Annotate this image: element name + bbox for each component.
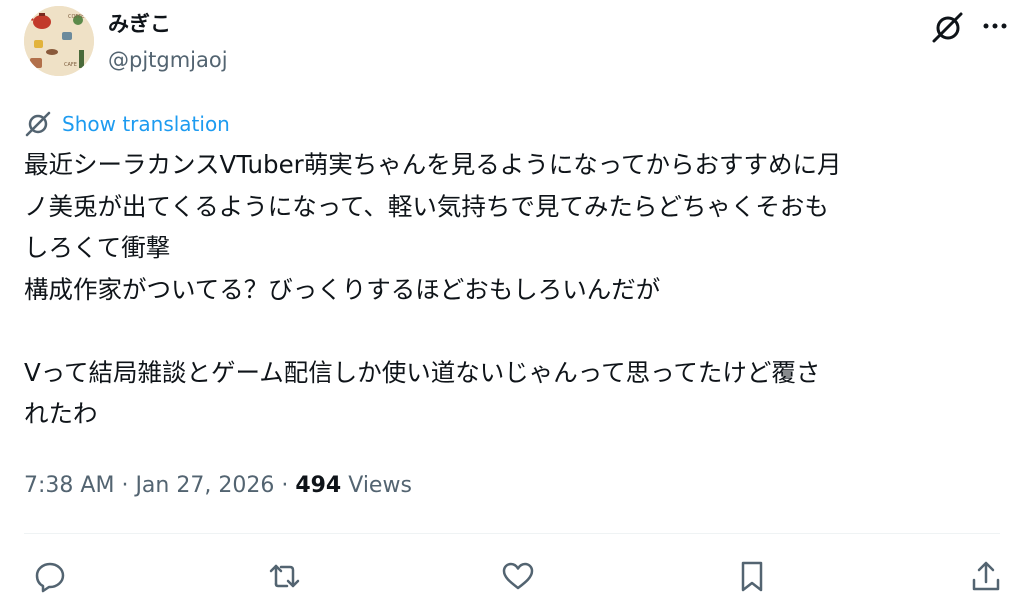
globe-icon bbox=[25, 111, 51, 137]
more-icon[interactable] bbox=[978, 12, 1012, 40]
views-count: 494 bbox=[295, 473, 342, 498]
divider bbox=[24, 533, 1000, 534]
share-icon bbox=[972, 561, 1000, 591]
like-button[interactable] bbox=[500, 558, 536, 594]
avatar-text-cafe: CAFE bbox=[64, 62, 77, 68]
views-label: Views bbox=[348, 473, 412, 498]
bookmark-button[interactable] bbox=[734, 558, 770, 594]
retweet-icon bbox=[269, 564, 300, 588]
avatar-text-coffee: COFFEE bbox=[68, 14, 88, 20]
author-display-name[interactable]: みぎこ bbox=[108, 10, 171, 38]
tweet-line: ノ美兎が出てくるようになって、軽い気持ちで見てみたらどちゃくそおも bbox=[24, 191, 829, 221]
like-icon bbox=[502, 562, 534, 590]
meta-separator: · bbox=[281, 473, 289, 498]
tweet-line bbox=[24, 310, 842, 352]
reply-icon bbox=[35, 562, 65, 593]
meta-separator: · bbox=[121, 473, 129, 498]
show-translation-button[interactable]: Show translation bbox=[24, 108, 230, 140]
bookmark-icon bbox=[741, 561, 763, 592]
author-handle[interactable]: @pjtgmjaoj bbox=[108, 46, 228, 74]
avatar[interactable]: COFFEE CAFE bbox=[24, 6, 94, 76]
retweet-button[interactable] bbox=[266, 558, 302, 594]
show-translation-label: Show translation bbox=[62, 112, 230, 136]
tweet-line: れたわ bbox=[24, 399, 98, 428]
grok-icon[interactable] bbox=[930, 10, 966, 46]
share-button[interactable] bbox=[968, 558, 1004, 594]
tweet-date[interactable]: Jan 27, 2026 bbox=[135, 473, 274, 498]
tweet-text: 最近シーラカンスVTuber萌実ちゃんを見るようになってからおすすめに月 ノ美兎… bbox=[24, 144, 842, 435]
tweet-meta: 7:38 AM · Jan 27, 2026 · 494 Views bbox=[24, 470, 412, 502]
tweet-line: 最近シーラカンスVTuber萌実ちゃんを見るようになってからおすすめに月 bbox=[24, 150, 842, 179]
reply-button[interactable] bbox=[32, 558, 68, 594]
tweet-line: Vって結局雑談とゲーム配信しか使い道ないじゃんって思ってたけど覆さ bbox=[24, 357, 821, 387]
tweet-line: 構成作家がついてる？びっくりするほどおもしろいんだが bbox=[24, 274, 661, 304]
tweet-time[interactable]: 7:38 AM bbox=[24, 473, 114, 498]
tweet-line: しろくて衝撃 bbox=[24, 233, 171, 262]
cafe-illustration-avatar: COFFEE CAFE bbox=[24, 6, 94, 76]
